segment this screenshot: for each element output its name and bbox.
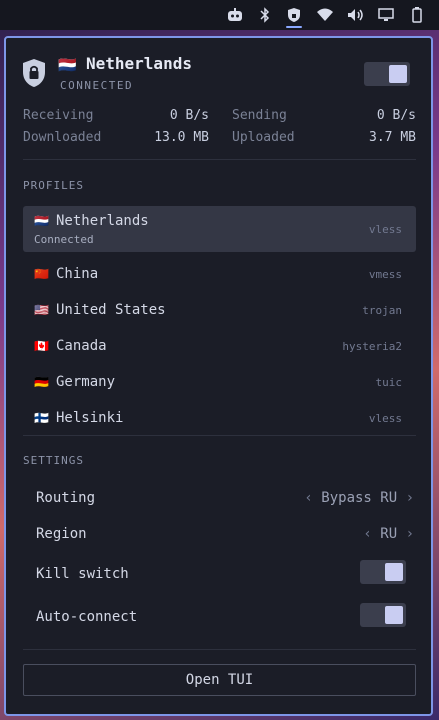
- region-label: Region: [36, 526, 87, 542]
- routing-selector[interactable]: ‹ Bypass RU ›: [304, 490, 414, 506]
- routing-label: Routing: [36, 490, 96, 506]
- profile-protocol: vless: [368, 412, 402, 423]
- wifi-icon[interactable]: [315, 5, 335, 25]
- profile-item-canada[interactable]: 🇨🇦 Canada hysteria2: [23, 329, 416, 363]
- downloaded-label: Downloaded: [23, 130, 102, 145]
- profile-name: Helsinki: [56, 410, 124, 423]
- region-selector[interactable]: ‹ RU ›: [363, 526, 414, 542]
- volume-icon[interactable]: [346, 5, 366, 25]
- profile-name: China: [56, 266, 99, 282]
- region-value: RU: [380, 526, 398, 542]
- uploaded-value: 3.7 MB: [369, 130, 416, 145]
- vpn-power-toggle[interactable]: [364, 62, 410, 86]
- vpn-shield-icon[interactable]: [284, 5, 304, 28]
- lock-icon: [21, 58, 47, 88]
- display-icon[interactable]: [376, 5, 396, 25]
- profile-protocol: vmess: [368, 268, 402, 281]
- chevron-right-icon[interactable]: ›: [397, 526, 414, 542]
- toggle-knob: [389, 65, 407, 83]
- profile-name: Netherlands: [56, 213, 149, 229]
- settings-heading: SETTINGS: [23, 454, 84, 467]
- chevron-right-icon[interactable]: ›: [397, 490, 414, 506]
- auto-connect-label: Auto-connect: [36, 609, 138, 625]
- downloaded-value: 13.0 MB: [154, 130, 209, 145]
- flag-icon: 🇨🇳: [34, 267, 49, 281]
- robot-icon[interactable]: [225, 5, 245, 25]
- system-tray: [0, 0, 439, 30]
- bluetooth-icon[interactable]: [255, 5, 275, 25]
- flag-icon: 🇺🇸: [34, 303, 49, 317]
- profile-item-helsinki[interactable]: 🇫🇮 Helsinki vless: [23, 401, 416, 423]
- battery-icon[interactable]: [407, 5, 427, 25]
- routing-value: Bypass RU: [321, 490, 398, 506]
- connection-status: CONNECTED: [60, 79, 134, 92]
- sending-value: 0 B/s: [376, 108, 416, 123]
- profile-name: United States: [56, 302, 166, 318]
- toggle-knob: [385, 563, 403, 581]
- profile-item-china[interactable]: 🇨🇳 China vmess: [23, 257, 416, 291]
- receiving-value: 0 B/s: [169, 108, 209, 123]
- profile-protocol: tuic: [375, 376, 403, 389]
- flag-icon: 🇨🇦: [34, 339, 49, 353]
- flag-icon: 🇳🇱: [34, 214, 49, 228]
- divider: [23, 649, 416, 650]
- flag-icon: 🇫🇮: [34, 411, 49, 423]
- chevron-left-icon[interactable]: ‹: [363, 526, 380, 542]
- profile-item-germany[interactable]: 🇩🇪 Germany tuic: [23, 365, 416, 399]
- kill-switch-label: Kill switch: [36, 566, 129, 582]
- profile-name: Germany: [56, 374, 116, 390]
- vpn-popup-panel: 🇳🇱 Netherlands CONNECTED Receiving 0 B/s…: [4, 36, 433, 716]
- chevron-left-icon[interactable]: ‹: [304, 490, 321, 506]
- profiles-heading: PROFILES: [23, 179, 84, 192]
- profile-item-united-states[interactable]: 🇺🇸 United States trojan: [23, 293, 416, 327]
- flag-icon: 🇩🇪: [34, 375, 49, 389]
- divider: [23, 435, 416, 436]
- profile-item-netherlands[interactable]: 🇳🇱 Netherlands Connected vless: [23, 206, 416, 252]
- profile-protocol: trojan: [362, 304, 402, 317]
- profile-protocol: hysteria2: [342, 340, 402, 353]
- toggle-knob: [385, 606, 403, 624]
- connected-country-title: Netherlands: [86, 54, 192, 73]
- open-tui-button[interactable]: Open TUI: [23, 664, 416, 696]
- profile-status: Connected: [34, 233, 94, 246]
- country-flag-icon: 🇳🇱: [58, 56, 77, 74]
- auto-connect-toggle[interactable]: [360, 603, 406, 627]
- uploaded-label: Uploaded: [232, 130, 295, 145]
- divider: [23, 159, 416, 160]
- profile-name: Canada: [56, 338, 107, 354]
- sending-label: Sending: [232, 108, 287, 123]
- kill-switch-toggle[interactable]: [360, 560, 406, 584]
- receiving-label: Receiving: [23, 108, 94, 123]
- profile-protocol: vless: [368, 223, 402, 236]
